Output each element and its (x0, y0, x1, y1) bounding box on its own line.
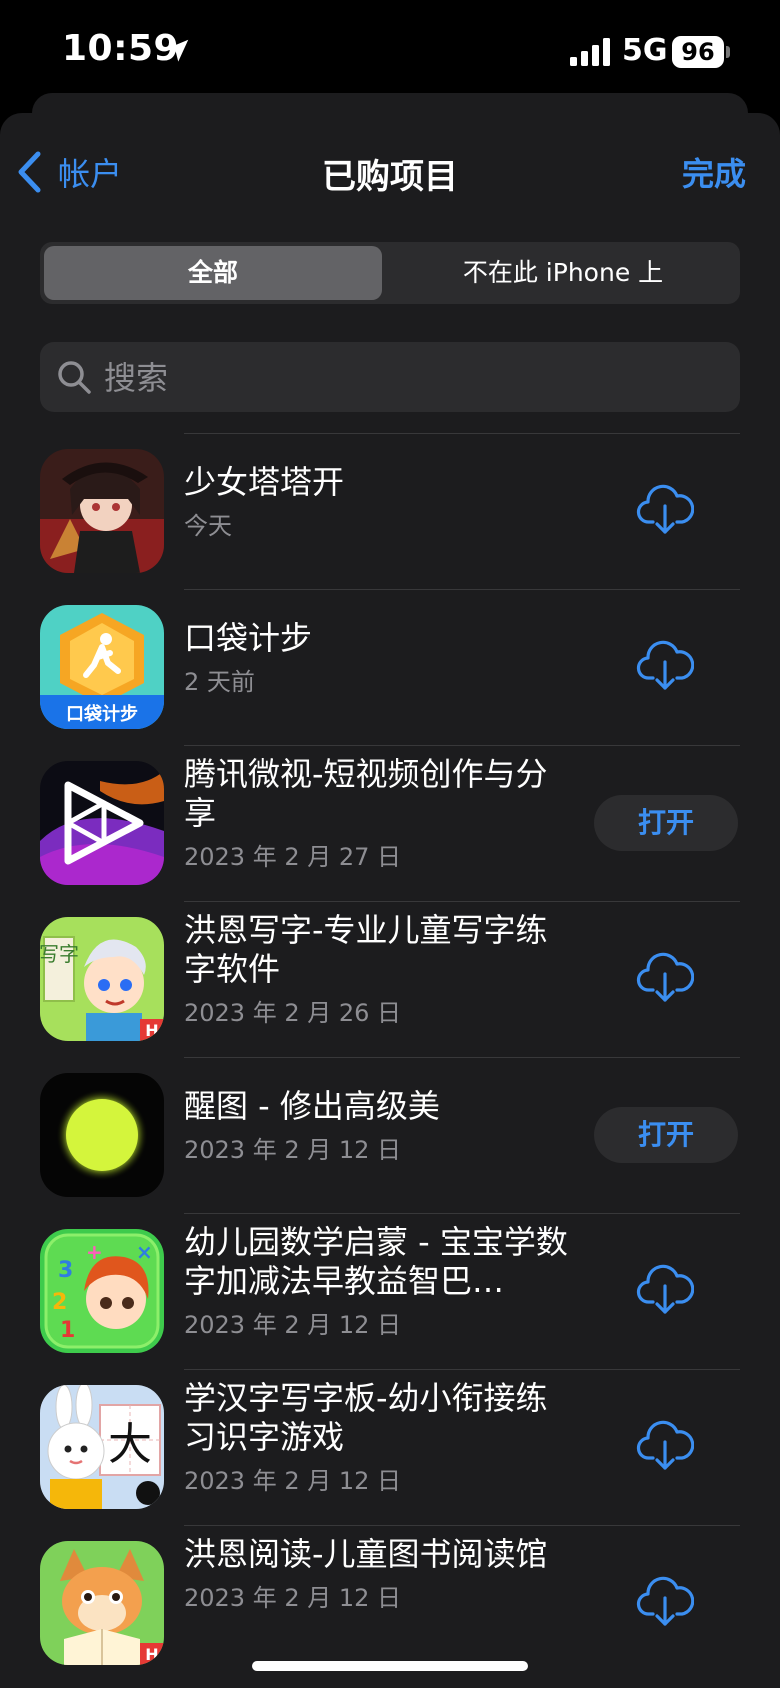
purchase-date: 2023 年 2 月 12 日 (184, 1136, 402, 1164)
row-divider (184, 1525, 740, 1526)
search-icon (58, 361, 91, 394)
open-button[interactable]: 打开 (594, 795, 738, 851)
app-name: 腾讯微视-短视频创作与分享 (184, 755, 548, 832)
battery-indicator: 96 (672, 36, 724, 68)
row-divider (184, 1369, 740, 1370)
app-icon-video (40, 761, 164, 885)
location-arrow-icon (165, 39, 189, 62)
svg-text:写字: 写字 (40, 942, 79, 966)
segment-all[interactable]: 全部 (44, 246, 382, 300)
app-info: 腾讯微视-短视频创作与分享 2023 年 2 月 27 日 (184, 755, 574, 872)
app-name: 洪恩阅读-儿童图书阅读馆 (184, 1535, 548, 1573)
cloud-download-icon[interactable] (636, 948, 694, 1006)
purchased-sheet: 帐户 已购项目 完成 全部 不在此 iPhone 上 搜索 少女塔塔开 今天 口… (0, 113, 780, 1688)
status-bar: 10:59 5G 96 (0, 0, 780, 100)
app-icon-photo-editor (40, 1073, 164, 1197)
app-row[interactable]: 写字 H 洪恩写字-专业儿童写字练字软件 2023 年 2 月 26 日 (0, 901, 780, 1057)
app-info: 学汉字写字板-幼小衔接练习识字游戏 2023 年 2 月 12 日 (184, 1379, 574, 1496)
app-row[interactable]: 醒图 - 修出高级美 2023 年 2 月 12 日 打开 (0, 1057, 780, 1213)
svg-text:H: H (145, 1021, 158, 1040)
app-info: 醒图 - 修出高级美 2023 年 2 月 12 日 (184, 1087, 574, 1165)
segment-not-on-device[interactable]: 不在此 iPhone 上 (390, 246, 736, 300)
app-icon-game (40, 449, 164, 573)
segmented-control: 全部 不在此 iPhone 上 (40, 242, 740, 304)
search-bar (40, 342, 740, 414)
home-indicator[interactable] (252, 1661, 528, 1671)
app-icon-writing: 写字 H (40, 917, 164, 1041)
app-row[interactable]: 3 2 1 + × 幼儿园数学启蒙 - 宝宝学数字加减法早教益智巴… 2023 … (0, 1213, 780, 1369)
app-icon-reading: H (40, 1541, 164, 1665)
app-name: 洪恩写字-专业儿童写字练字软件 (184, 911, 548, 988)
app-info: 洪恩写字-专业儿童写字练字软件 2023 年 2 月 26 日 (184, 911, 574, 1028)
svg-text:3: 3 (58, 1258, 73, 1283)
app-info: 口袋计步 2 天前 (184, 619, 574, 697)
app-name: 学汉字写字板-幼小衔接练习识字游戏 (184, 1379, 548, 1456)
open-button[interactable]: 打开 (594, 1107, 738, 1163)
app-icon-pedometer: 口袋计步 (40, 605, 164, 729)
row-divider (184, 1213, 740, 1214)
app-icon-hanzi: 大 (40, 1385, 164, 1509)
search-input[interactable] (102, 342, 726, 414)
purchase-date: 2023 年 2 月 12 日 (184, 1467, 402, 1495)
svg-text:大: 大 (108, 1419, 152, 1470)
app-name: 少女塔塔开 (184, 463, 345, 501)
svg-text:2: 2 (52, 1290, 67, 1315)
svg-text:1: 1 (60, 1318, 75, 1343)
purchase-date: 2023 年 2 月 26 日 (184, 999, 402, 1027)
app-icon-math: 3 2 1 + × (40, 1229, 164, 1353)
app-info: 幼儿园数学启蒙 - 宝宝学数字加减法早教益智巴… 2023 年 2 月 12 日 (184, 1223, 574, 1340)
row-divider (184, 433, 740, 434)
row-divider (184, 901, 740, 902)
cloud-download-icon[interactable] (636, 1572, 694, 1630)
cloud-download-icon[interactable] (636, 1260, 694, 1318)
battery-tip (726, 46, 730, 58)
purchase-date: 2023 年 2 月 27 日 (184, 843, 402, 871)
row-divider (184, 589, 740, 590)
cloud-download-icon[interactable] (636, 480, 694, 538)
app-name: 醒图 - 修出高级美 (184, 1087, 440, 1125)
app-name: 口袋计步 (184, 619, 313, 657)
purchase-date: 2023 年 2 月 12 日 (184, 1584, 402, 1612)
svg-text:×: × (136, 1240, 153, 1264)
purchase-date: 今天 (184, 512, 232, 540)
app-row[interactable]: 口袋计步 口袋计步 2 天前 (0, 589, 780, 745)
cloud-download-icon[interactable] (636, 1416, 694, 1474)
app-info: 洪恩阅读-儿童图书阅读馆 2023 年 2 月 12 日 (184, 1535, 574, 1613)
app-row[interactable]: 大 学汉字写字板-幼小衔接练习识字游戏 2023 年 2 月 12 日 (0, 1369, 780, 1525)
svg-text:口袋计步: 口袋计步 (66, 703, 138, 725)
svg-text:H: H (145, 1645, 158, 1664)
app-row[interactable]: 少女塔塔开 今天 (0, 433, 780, 589)
app-row[interactable]: 腾讯微视-短视频创作与分享 2023 年 2 月 27 日 打开 (0, 745, 780, 901)
cellular-signal-icon (570, 38, 610, 66)
row-divider (184, 745, 740, 746)
row-divider (184, 1057, 740, 1058)
app-list: 少女塔塔开 今天 口袋计步 口袋计步 2 天前 腾讯微视-短视频创作与分享 20… (0, 433, 780, 1681)
app-row[interactable]: H 洪恩阅读-儿童图书阅读馆 2023 年 2 月 12 日 (0, 1525, 780, 1681)
purchase-date: 2 天前 (184, 668, 255, 696)
network-type: 5G (622, 33, 668, 68)
cloud-download-icon[interactable] (636, 636, 694, 694)
app-info: 少女塔塔开 今天 (184, 463, 574, 541)
app-name: 幼儿园数学启蒙 - 宝宝学数字加减法早教益智巴… (184, 1223, 568, 1300)
purchase-date: 2023 年 2 月 12 日 (184, 1311, 402, 1339)
done-button[interactable]: 完成 (682, 149, 746, 195)
page-title: 已购项目 (322, 157, 458, 197)
